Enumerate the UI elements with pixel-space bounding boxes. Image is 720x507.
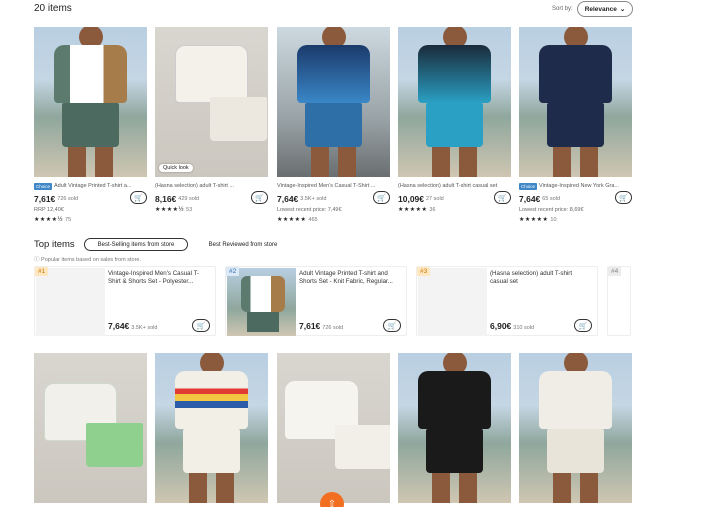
product-image[interactable]: [398, 27, 511, 177]
product-subtext: RRP 12,40€: [34, 207, 64, 213]
rating-stars: ★★★★★ 465: [277, 217, 318, 223]
rating-stars: ★★★★½ 75: [34, 217, 72, 223]
rank-badge: #3: [417, 267, 431, 276]
cart-icon[interactable]: 🛒: [251, 191, 268, 204]
top-items-note: ⓘ Popular items based on sales from stor…: [34, 257, 141, 263]
top-item-price: 6,90€ 310 sold: [490, 321, 535, 331]
product-subtext: Lowest recent price: 7,49€: [277, 207, 342, 213]
product-card[interactable]: [34, 353, 147, 503]
top-item-price: 7,61€ 726 sold: [299, 321, 344, 331]
top-item-title[interactable]: Vintage-Inspired Men's Casual T-Shirt & …: [108, 270, 208, 286]
review-count: 465: [308, 217, 318, 223]
top-item-title[interactable]: Adult Vintage Printed T-shirt and Shorts…: [299, 270, 399, 286]
product-card[interactable]: [519, 353, 632, 503]
sold-count: 3.5K+ sold: [300, 196, 327, 202]
top-items-title: Top items: [34, 239, 75, 250]
product-image[interactable]: [277, 353, 390, 503]
product-title[interactable]: Vintage-Inspired Men's Casual T-Shirt ..…: [277, 183, 375, 189]
sold-count: 27 sold: [426, 196, 444, 202]
cart-icon[interactable]: 🛒: [494, 191, 511, 204]
product-image[interactable]: [155, 353, 268, 503]
cart-icon[interactable]: 🛒: [574, 319, 592, 332]
top-item-card[interactable]: #2 Adult Vintage Printed T-shirt and Sho…: [225, 266, 407, 336]
product-card[interactable]: [277, 353, 390, 503]
rating-stars: ★★★★★ 36: [398, 207, 436, 213]
results-count: 20 items: [34, 3, 72, 14]
product-price: 7,64€: [277, 194, 299, 204]
sort-value: Relevance: [584, 5, 617, 13]
sold-count: 65 sold: [542, 196, 561, 202]
product-image[interactable]: [519, 353, 632, 503]
sold-count: 3.5K+ sold: [131, 325, 158, 331]
product-card[interactable]: Vintage-Inspired Men's Casual T-Shirt ..…: [277, 27, 390, 223]
product-card[interactable]: Quick look (Hasna selection) adult T-shi…: [155, 27, 268, 213]
cart-icon[interactable]: 🛒: [373, 191, 390, 204]
sort-select[interactable]: Relevance ⌄: [577, 1, 633, 17]
sold-count: 726 sold: [322, 325, 344, 331]
product-image[interactable]: Quick look: [155, 27, 268, 177]
cart-icon[interactable]: 🛒: [192, 319, 210, 332]
product-price: 10,09€: [398, 194, 424, 204]
search-results-page: { "header": {"count": "20 items", "sort_…: [0, 0, 720, 507]
rank-badge: #2: [226, 267, 240, 276]
product-price: 7,61€: [34, 194, 56, 204]
review-count: 36: [429, 207, 436, 213]
top-item-card[interactable]: #4: [607, 266, 631, 336]
tab-best-reviewed[interactable]: Best Reviewed from store: [198, 238, 288, 251]
sold-count: 310 sold: [513, 325, 535, 331]
product-card[interactable]: [155, 353, 268, 503]
top-item-price: 7,64€ 3.5K+ sold: [108, 321, 158, 331]
top-item-card[interactable]: #1 Vintage-Inspired Men's Casual T-Shirt…: [34, 266, 216, 336]
review-count: 10: [550, 217, 557, 223]
sold-count: 429 sold: [178, 196, 200, 202]
product-title[interactable]: Vintage-Inspired New York Gra...: [539, 183, 619, 189]
cart-icon[interactable]: 🛒: [130, 191, 147, 204]
chevron-down-icon: ⌄: [619, 6, 626, 13]
product-image[interactable]: [34, 353, 147, 503]
choice-badge: Choice: [519, 182, 538, 190]
cart-icon[interactable]: 🛒: [615, 191, 632, 204]
rank-badge: #1: [35, 267, 49, 276]
cart-icon[interactable]: 🛒: [383, 319, 401, 332]
product-card[interactable]: Choice Adult Vintage Printed T-shirt a...…: [34, 27, 147, 223]
top-item-card[interactable]: #3 (Hasna selection) adult T-shirt casua…: [416, 266, 598, 336]
choice-badge: Choice: [34, 182, 53, 190]
product-image[interactable]: [277, 27, 390, 177]
top-item-title[interactable]: (Hasna selection) adult T-shirt casual s…: [490, 270, 590, 286]
rating-stars: ★★★★½ 53: [155, 207, 193, 213]
quick-look-button[interactable]: Quick look: [159, 164, 193, 172]
product-price: 8,16€: [155, 194, 177, 204]
product-card[interactable]: [398, 353, 511, 503]
top-item-image[interactable]: [36, 268, 105, 336]
product-title[interactable]: (Hasna selection) adult T-shirt casual s…: [398, 183, 497, 189]
review-count: 53: [186, 207, 193, 213]
product-card[interactable]: Choice Vintage-Inspired New York Gra... 7…: [519, 27, 632, 223]
product-card[interactable]: (Hasna selection) adult T-shirt casual s…: [398, 27, 511, 213]
product-subtext: Lowest recent price: 8,69€: [519, 207, 584, 213]
sold-count: 726 sold: [57, 196, 79, 202]
sort-label: Sort by:: [552, 6, 573, 12]
review-count: 75: [65, 217, 72, 223]
product-title[interactable]: (Hasna selection) adult T-shirt ...: [155, 183, 234, 189]
product-image[interactable]: [519, 27, 632, 177]
top-item-image[interactable]: [227, 268, 296, 336]
rank-badge: #4: [608, 267, 622, 276]
product-image[interactable]: [398, 353, 511, 503]
tab-best-selling[interactable]: Best-Selling items from store: [84, 238, 188, 251]
top-item-image[interactable]: [418, 268, 487, 336]
rating-stars: ★★★★★ 10: [519, 217, 557, 223]
product-price: 7,64€: [519, 194, 541, 204]
product-image[interactable]: [34, 27, 147, 177]
product-title[interactable]: Adult Vintage Printed T-shirt a...: [54, 183, 131, 189]
